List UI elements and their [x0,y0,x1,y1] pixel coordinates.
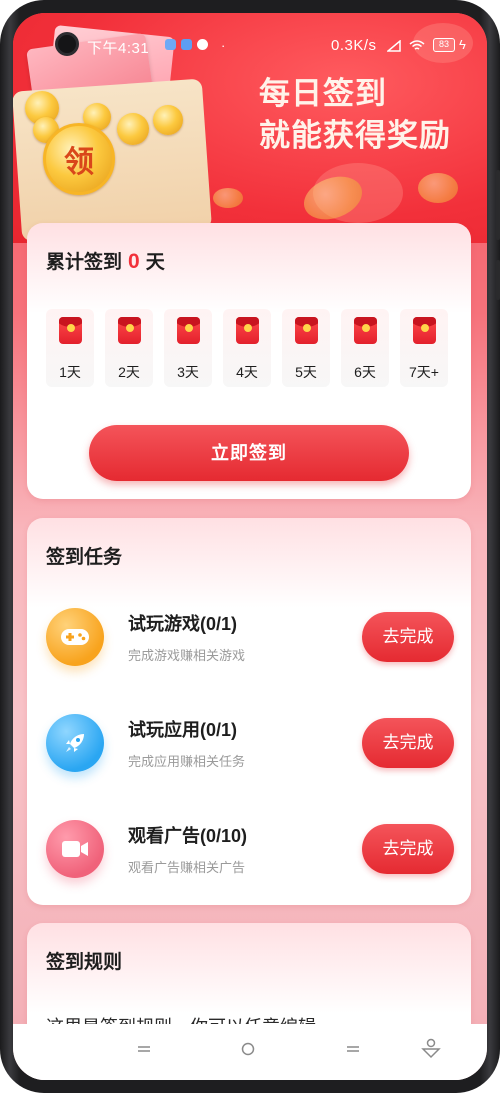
status-bar: 下午4:31 · 0.3K/s 83 ϟ [13,32,487,57]
checkin-card: 累计签到 0 天 1天 2天 3天 4天 5天 6天 7天+ 立即签到 [27,223,471,499]
banner-title-line1: 每日签到 [259,76,387,111]
app-notification-icon [165,39,176,50]
task-name: 试玩应用(0/1) [128,720,238,740]
rocket-icon [46,714,104,772]
red-envelope-icon [354,317,377,344]
task-desc: 完成应用赚相关任务 [128,754,246,769]
day-list: 1天 2天 3天 4天 5天 6天 7天+ [46,309,456,387]
assistant-icon[interactable] [421,1038,441,1060]
task-item-ad: 观看广告(0/10) 观看广告赚相关广告 去完成 [27,810,471,890]
tasks-title: 签到任务 [46,547,123,568]
day-label: 7天+ [409,364,439,380]
battery-icon: 83 [433,38,455,52]
red-envelope-icon [59,317,82,344]
day-label: 1天 [59,364,81,380]
red-envelope-icon [236,317,259,344]
red-envelope-icon [295,317,318,344]
checkin-button[interactable]: 立即签到 [89,425,409,481]
day-item: 6天 [341,309,389,387]
red-envelope-icon [118,317,141,344]
task-name: 观看广告(0/10) [128,826,248,846]
app-notification-icon [181,39,192,50]
day-label: 3天 [177,364,199,380]
task-complete-button[interactable]: 去完成 [362,718,454,768]
charging-icon: ϟ [459,37,466,52]
checkin-title-prefix: 累计签到 [46,252,123,273]
gamepad-icon [46,608,104,666]
status-time: 下午4:31 [87,40,150,57]
day-item: 5天 [282,309,330,387]
tasks-card: 签到任务 试玩游戏(0/1) 完成游戏赚相关游戏 去完成 试玩应用(0/1) 完… [27,518,471,905]
rules-title: 签到规则 [46,952,123,973]
checkin-title: 累计签到 0 天 [46,247,165,274]
power-button [496,260,500,300]
task-desc: 观看广告赚相关广告 [128,860,246,875]
video-camera-icon [46,820,104,878]
network-speed: 0.3K/s [331,37,377,54]
back-icon[interactable] [346,1044,360,1054]
task-item-game: 试玩游戏(0/1) 完成游戏赚相关游戏 去完成 [27,598,471,678]
phone-frame: 领 每日签到 就能获得奖励 下午4:31 · 0.3K/s 83 ϟ 累计签到 … [0,0,500,1093]
task-complete-button[interactable]: 去完成 [362,824,454,874]
day-item: 4天 [223,309,271,387]
red-envelope-icon [177,317,200,344]
task-name: 试玩游戏(0/1) [128,614,238,634]
front-camera [55,32,79,56]
task-item-app: 试玩应用(0/1) 完成应用赚相关任务 去完成 [27,704,471,784]
coin-icon [117,113,149,145]
collect-coin-icon: 领 [43,123,115,195]
volume-button [496,170,500,240]
day-label: 6天 [354,364,376,380]
day-item: 1天 [46,309,94,387]
day-label: 5天 [295,364,317,380]
app-notification-icon [197,39,208,50]
task-desc: 完成游戏赚相关游戏 [128,648,246,663]
status-dot: · [221,38,226,53]
day-label: 4天 [236,364,258,380]
banner-title-line2: 就能获得奖励 [259,118,451,153]
red-envelope-icon [413,317,436,344]
checkin-count: 0 [128,250,140,273]
banner-title: 每日签到 就能获得奖励 [259,73,479,157]
system-nav-bar [13,1024,487,1080]
task-complete-button[interactable]: 去完成 [362,612,454,662]
coin-icon [153,105,183,135]
checkin-title-suffix: 天 [145,252,165,273]
wifi-icon [409,40,425,50]
screen: 领 每日签到 就能获得奖励 下午4:31 · 0.3K/s 83 ϟ 累计签到 … [13,13,487,1080]
day-item: 7天+ [400,309,448,387]
home-icon[interactable] [241,1042,255,1056]
day-label: 2天 [118,364,140,380]
signal-icon [387,40,401,52]
menu-icon[interactable] [137,1044,151,1054]
day-item: 2天 [105,309,153,387]
day-item: 3天 [164,309,212,387]
coin-text: 领 [64,145,94,180]
